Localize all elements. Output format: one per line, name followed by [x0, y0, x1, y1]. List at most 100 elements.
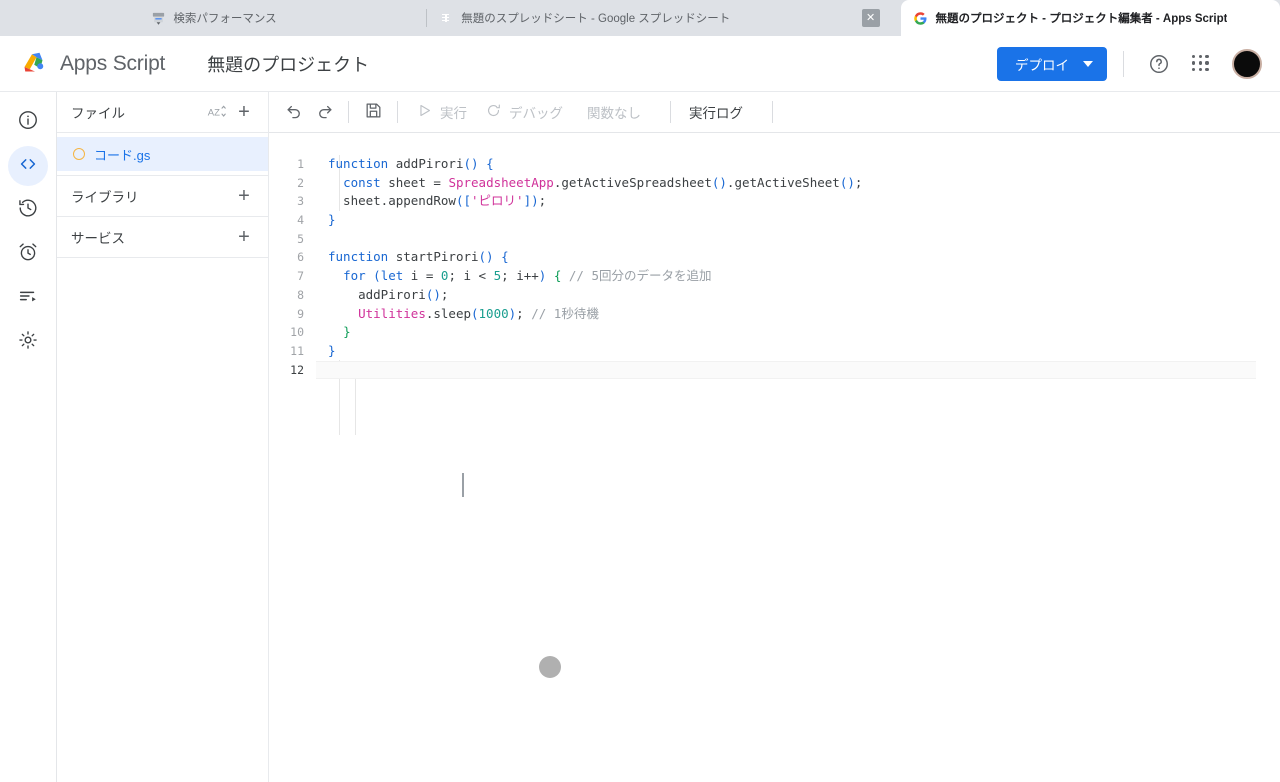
- browser-tab-title: 無題のプロジェクト - プロジェクト編集者 - Apps Script: [935, 13, 1228, 25]
- apps-script-logo-block[interactable]: Apps Script: [0, 48, 165, 79]
- code-line[interactable]: 6 function startPirori() {: [269, 248, 1280, 267]
- code-line[interactable]: 12: [269, 360, 1280, 380]
- sidebar-item-settings[interactable]: [8, 322, 48, 362]
- browser-tab-title: 無題のスプレッドシート - Google スプレッドシート: [461, 13, 731, 25]
- redo-icon: [315, 101, 334, 123]
- code-line[interactable]: 5: [269, 230, 1280, 249]
- line-number: 4: [297, 213, 304, 228]
- indent-guide: [355, 379, 356, 435]
- sort-az-icon[interactable]: A Z: [202, 98, 230, 126]
- toolbar-divider: [397, 101, 398, 123]
- close-icon[interactable]: ✕: [861, 9, 880, 27]
- save-button[interactable]: [358, 97, 388, 127]
- code-line[interactable]: 7 for (let i = 0; i < 5; i++) { // 5回分のデ…: [269, 267, 1280, 286]
- chevron-down-icon: [1083, 60, 1093, 67]
- debug-bug-icon: [485, 102, 502, 122]
- add-file-button[interactable]: +: [230, 98, 258, 126]
- function-select-label: 関数なし: [587, 106, 641, 121]
- line-number: 8: [297, 287, 304, 302]
- sidebar-item-overview[interactable]: [8, 102, 48, 142]
- code-line[interactable]: 11}: [269, 342, 1280, 361]
- function-select[interactable]: 関数なし: [578, 97, 650, 127]
- code-line[interactable]: 4}: [269, 211, 1280, 230]
- header-actions: デプロイ: [997, 45, 1280, 83]
- code-line-text: function startPirori() {: [328, 249, 509, 265]
- line-number: 11: [290, 343, 304, 358]
- toolbar-divider: [772, 101, 773, 123]
- code-line-text: }: [328, 342, 336, 358]
- help-icon[interactable]: [1140, 45, 1178, 83]
- services-section-header[interactable]: サービス +: [57, 217, 268, 258]
- left-nav-rail: [0, 92, 57, 782]
- files-section-header: ファイル A Z +: [57, 92, 268, 133]
- debug-button[interactable]: デバッグ: [476, 97, 572, 127]
- code-editor[interactable]: 1 function addPirori() { 2 const sheet = S…: [269, 133, 1280, 782]
- sidebar-item-triggers[interactable]: [8, 234, 48, 274]
- line-number: 5: [297, 231, 304, 246]
- avatar[interactable]: [1232, 48, 1262, 79]
- undo-button[interactable]: [279, 97, 309, 127]
- libraries-section-header[interactable]: ライブラリ +: [57, 176, 268, 217]
- save-icon: [364, 101, 383, 123]
- redo-button[interactable]: [309, 97, 339, 127]
- code-line[interactable]: 2 const sheet = SpreadsheetApp.getActive…: [269, 174, 1280, 193]
- code-line-text: const sheet = SpreadsheetApp.getActiveSp…: [343, 174, 863, 190]
- alarm-clock-icon: [17, 241, 39, 268]
- file-status-circle-icon: [73, 148, 85, 160]
- code-line[interactable]: 1 function addPirori() {: [269, 155, 1280, 174]
- file-list: コード.gs: [57, 133, 268, 176]
- line-number: 7: [297, 269, 304, 284]
- browser-tab-apps-script[interactable]: 無題のプロジェクト - プロジェクト編集者 - Apps Script: [901, 0, 1280, 36]
- play-triangle-icon: [416, 102, 433, 122]
- line-number: 9: [297, 306, 304, 321]
- code-line-text: }: [328, 212, 336, 228]
- editor-toolbar: 実行 デバッグ 関数なし 実行ログ: [269, 92, 1280, 133]
- google-sheets-icon: [439, 11, 454, 26]
- files-header-label: ファイル: [71, 106, 125, 121]
- run-button[interactable]: 実行: [407, 97, 476, 127]
- code-line-text: for (let i = 0; i < 5; i++) { // 5回分のデータ…: [343, 268, 712, 284]
- code-line-text: [316, 360, 1256, 380]
- code-line-text: function addPirori() {: [328, 156, 494, 171]
- history-clock-icon: [17, 197, 39, 224]
- sidebar-item-history[interactable]: [8, 190, 48, 230]
- execution-log-button[interactable]: 実行ログ: [680, 97, 752, 127]
- browser-tab-title: 検索パフォーマンス: [173, 13, 277, 25]
- code-line[interactable]: 3 sheet.appendRow(['ピロリ']);: [269, 192, 1280, 211]
- plus-icon: +: [238, 101, 250, 123]
- header-divider: [1123, 50, 1124, 77]
- page-title[interactable]: 無題のプロジェクト: [201, 47, 375, 81]
- line-number: 1: [297, 157, 304, 171]
- code-line[interactable]: 8 addPirori();: [269, 286, 1280, 305]
- tabstrip-left-spacer: [0, 0, 140, 36]
- line-number: 12: [290, 362, 304, 377]
- browser-tab-strip: 検索パフォーマンス 無題のスプレッドシート - Google スプレッドシート …: [0, 0, 1280, 36]
- add-service-button[interactable]: +: [230, 223, 258, 251]
- apps-grid-icon[interactable]: [1182, 45, 1220, 83]
- tabstrip-gap: [843, 0, 860, 36]
- browser-tab-spreadsheet[interactable]: 無題のスプレッドシート - Google スプレッドシート: [427, 0, 844, 36]
- app-header: Apps Script 無題のプロジェクト デプロイ: [0, 36, 1280, 92]
- execution-log-label: 実行ログ: [689, 106, 743, 121]
- code-line[interactable]: 10 }: [269, 323, 1280, 342]
- services-header-label: サービス: [71, 231, 125, 246]
- file-panel: ファイル A Z + コード.gs ライブラリ + サービス +: [57, 92, 269, 782]
- file-name-label: コード.gs: [94, 147, 151, 163]
- code-surface[interactable]: 1 function addPirori() { 2 const sheet = S…: [269, 133, 1280, 435]
- add-library-button[interactable]: +: [230, 182, 258, 210]
- info-circle-icon: [17, 109, 39, 136]
- sidebar-item-editor[interactable]: [8, 146, 48, 186]
- sidebar-item-executions[interactable]: [8, 278, 48, 318]
- code-line-text: sheet.appendRow(['ピロリ']);: [328, 193, 547, 209]
- line-number: 10: [290, 325, 304, 340]
- browser-tab-search-performance[interactable]: 検索パフォーマンス: [139, 0, 427, 36]
- line-number: 2: [297, 175, 304, 190]
- code-line[interactable]: 9 Utilities.sleep(1000); // 1秒待機: [269, 305, 1280, 324]
- search-console-icon: [151, 11, 166, 26]
- deploy-button[interactable]: デプロイ: [997, 46, 1107, 81]
- run-button-label: 実行: [440, 106, 467, 121]
- tabstrip-gap: [879, 0, 902, 36]
- undo-icon: [285, 101, 304, 123]
- code-brackets-icon: [17, 153, 39, 180]
- list-item-code-gs[interactable]: コード.gs: [57, 137, 268, 171]
